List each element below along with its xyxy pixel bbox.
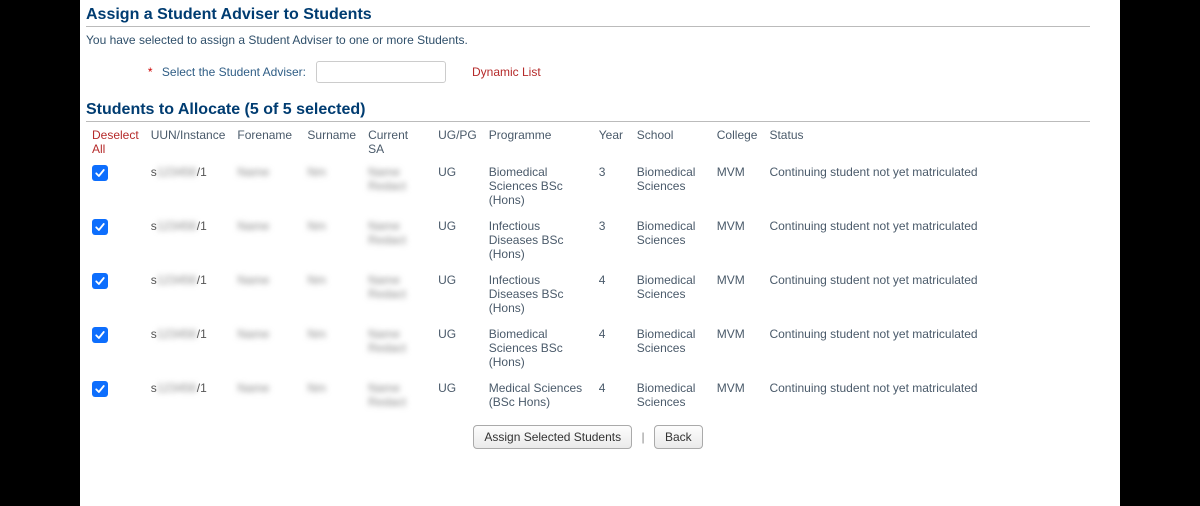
button-separator: |: [641, 430, 644, 444]
cell-programme: Biomedical Sciences BSc (Hons): [483, 321, 593, 375]
cell-uun: s123456/1: [145, 213, 232, 267]
table-row: s123456/1NameNmName RedactUGMedical Scie…: [86, 375, 1090, 415]
cell-uun: s123456/1: [145, 375, 232, 415]
cell-school: Biomedical Sciences: [631, 159, 711, 213]
col-header-current-sa: Current SA: [362, 124, 432, 159]
table-row: s123456/1NameNmName RedactUGInfectious D…: [86, 213, 1090, 267]
col-header-programme: Programme: [483, 124, 593, 159]
cell-college: MVM: [711, 267, 764, 321]
cell-surname: Nm: [301, 267, 362, 321]
row-checkbox[interactable]: [92, 273, 108, 289]
cell-programme: Infectious Diseases BSc (Hons): [483, 213, 593, 267]
cell-year: 3: [593, 213, 631, 267]
cell-status: Continuing student not yet matriculated: [763, 321, 1090, 375]
cell-surname: Nm: [301, 375, 362, 415]
row-checkbox[interactable]: [92, 165, 108, 181]
students-section-title: Students to Allocate (5 of 5 selected): [86, 101, 1090, 122]
cell-ugpg: UG: [432, 213, 483, 267]
cell-status: Continuing student not yet matriculated: [763, 375, 1090, 415]
cell-school: Biomedical Sciences: [631, 267, 711, 321]
right-black-margin: [1120, 0, 1200, 506]
cell-forename: Name: [231, 321, 301, 375]
col-header-school: School: [631, 124, 711, 159]
back-button[interactable]: Back: [654, 425, 703, 449]
adviser-label: Select the Student Adviser:: [162, 65, 306, 79]
page-intro: You have selected to assign a Student Ad…: [86, 33, 1090, 47]
cell-year: 4: [593, 375, 631, 415]
cell-programme: Medical Sciences (BSc Hons): [483, 375, 593, 415]
cell-status: Continuing student not yet matriculated: [763, 159, 1090, 213]
cell-ugpg: UG: [432, 159, 483, 213]
col-header-forename: Forename: [231, 124, 301, 159]
cell-surname: Nm: [301, 159, 362, 213]
left-black-margin: [0, 0, 80, 506]
page-title: Assign a Student Adviser to Students: [86, 6, 1090, 27]
cell-forename: Name: [231, 159, 301, 213]
cell-school: Biomedical Sciences: [631, 213, 711, 267]
col-header-ugpg: UG/PG: [432, 124, 483, 159]
cell-ugpg: UG: [432, 321, 483, 375]
cell-year: 4: [593, 321, 631, 375]
cell-uun: s123456/1: [145, 321, 232, 375]
cell-current-sa: Name Redact: [362, 375, 432, 415]
cell-college: MVM: [711, 159, 764, 213]
cell-ugpg: UG: [432, 375, 483, 415]
col-header-uun: UUN/Instance: [145, 124, 232, 159]
cell-surname: Nm: [301, 321, 362, 375]
cell-uun: s123456/1: [145, 159, 232, 213]
cell-current-sa: Name Redact: [362, 159, 432, 213]
main-content: Assign a Student Adviser to Students You…: [80, 0, 1120, 506]
assign-selected-button[interactable]: Assign Selected Students: [473, 425, 632, 449]
table-row: s123456/1NameNmName RedactUGInfectious D…: [86, 267, 1090, 321]
cell-current-sa: Name Redact: [362, 213, 432, 267]
students-table: Deselect All UUN/Instance Forename Surna…: [86, 124, 1090, 415]
table-row: s123456/1NameNmName RedactUGBiomedical S…: [86, 321, 1090, 375]
cell-college: MVM: [711, 375, 764, 415]
cell-uun: s123456/1: [145, 267, 232, 321]
cell-ugpg: UG: [432, 267, 483, 321]
cell-forename: Name: [231, 375, 301, 415]
cell-school: Biomedical Sciences: [631, 321, 711, 375]
cell-forename: Name: [231, 213, 301, 267]
cell-year: 3: [593, 159, 631, 213]
row-checkbox[interactable]: [92, 327, 108, 343]
cell-current-sa: Name Redact: [362, 267, 432, 321]
adviser-form-row: * Select the Student Adviser: Dynamic Li…: [86, 61, 1090, 83]
deselect-all-link[interactable]: Deselect All: [92, 128, 139, 157]
col-header-college: College: [711, 124, 764, 159]
row-checkbox[interactable]: [92, 381, 108, 397]
cell-forename: Name: [231, 267, 301, 321]
cell-college: MVM: [711, 321, 764, 375]
action-buttons-row: Assign Selected Students | Back: [86, 425, 1090, 449]
row-checkbox[interactable]: [92, 219, 108, 235]
cell-programme: Infectious Diseases BSc (Hons): [483, 267, 593, 321]
adviser-input[interactable]: [316, 61, 446, 83]
cell-status: Continuing student not yet matriculated: [763, 213, 1090, 267]
cell-programme: Biomedical Sciences BSc (Hons): [483, 159, 593, 213]
cell-year: 4: [593, 267, 631, 321]
adviser-label-wrap: * Select the Student Adviser:: [136, 65, 316, 79]
col-header-status: Status: [763, 124, 1090, 159]
cell-school: Biomedical Sciences: [631, 375, 711, 415]
col-header-surname: Surname: [301, 124, 362, 159]
cell-current-sa: Name Redact: [362, 321, 432, 375]
cell-status: Continuing student not yet matriculated: [763, 267, 1090, 321]
cell-college: MVM: [711, 213, 764, 267]
table-row: s123456/1NameNmName RedactUGBiomedical S…: [86, 159, 1090, 213]
required-asterisk: *: [148, 65, 153, 79]
col-header-year: Year: [593, 124, 631, 159]
dynamic-list-link[interactable]: Dynamic List: [472, 65, 541, 79]
cell-surname: Nm: [301, 213, 362, 267]
